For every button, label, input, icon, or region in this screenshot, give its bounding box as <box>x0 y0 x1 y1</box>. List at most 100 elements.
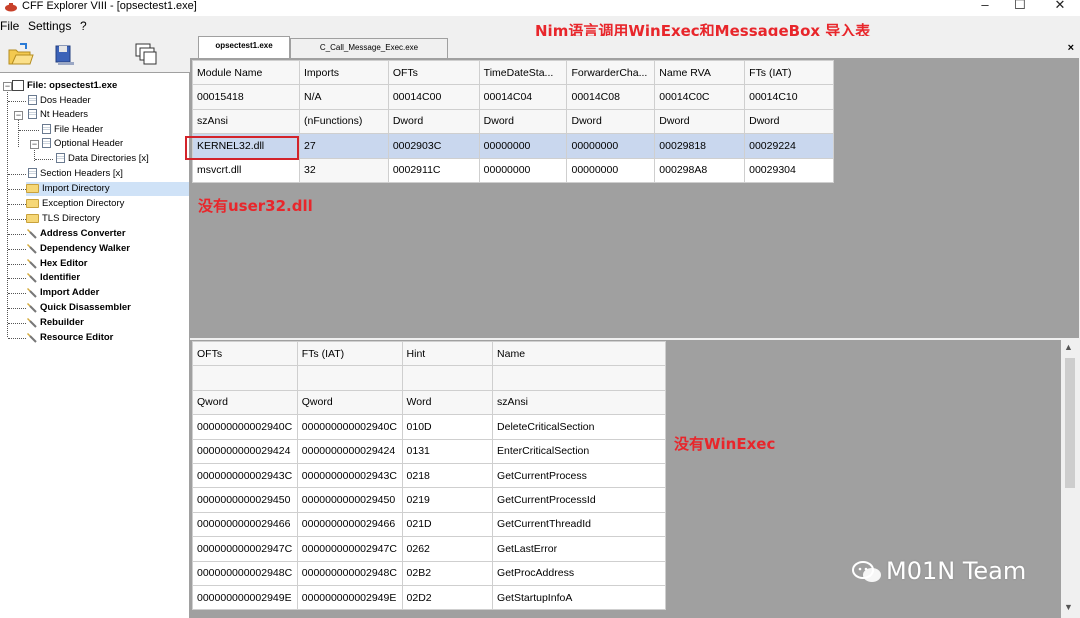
tree-item-import-directory[interactable]: Import Directory <box>26 182 189 196</box>
column-header[interactable]: Hint <box>401 340 494 367</box>
table-cell[interactable]: 000000000002943C <box>192 462 298 489</box>
table-cell[interactable]: 000000000002949E <box>192 584 298 611</box>
table-row[interactable]: 000000000002949E 000000000002949E 02D2 GetS… <box>192 584 666 611</box>
table-cell[interactable]: 000000000002948C <box>296 560 403 586</box>
column-header[interactable]: Name <box>492 340 666 367</box>
tree-item-tool[interactable]: Import Adder <box>26 286 99 300</box>
table-cell[interactable]: 000000000002940C <box>296 414 403 440</box>
table-cell[interactable]: 00029818 <box>654 133 746 159</box>
table-row[interactable]: 0000000000029424 0000000000029424 0131 Ente… <box>192 438 666 464</box>
table-cell[interactable]: 27 <box>299 133 389 159</box>
table-cell[interactable]: 0000000000029466 <box>296 511 403 538</box>
tree-item-file-header[interactable]: File Header <box>42 123 103 137</box>
table-cell[interactable]: 00000000 <box>566 133 656 159</box>
open-icon[interactable] <box>6 40 34 68</box>
tree-item-file[interactable]: File: opsectest1.exe <box>12 79 117 93</box>
table-cell[interactable]: EnterCriticalSection <box>492 438 666 464</box>
column-header[interactable]: FTs (IAT) <box>744 59 834 86</box>
table-cell[interactable]: 0000000000029450 <box>192 487 298 513</box>
table-cell[interactable]: 0000000000029466 <box>192 511 298 538</box>
table-cell[interactable]: GetProcAddress <box>492 560 666 586</box>
tree-item-tool[interactable]: Resource Editor <box>26 331 113 345</box>
tree-item-tool[interactable]: Identifier <box>26 271 80 285</box>
table-cell[interactable]: 0218 <box>401 462 494 489</box>
table-cell[interactable]: 000000000002949E <box>296 584 403 611</box>
vertical-scrollbar[interactable]: ▲ ▼ <box>1061 340 1078 618</box>
menu-help[interactable]: ? <box>80 19 87 33</box>
table-row[interactable]: 000000000002947C 000000000002947C 0262 GetL… <box>192 536 666 562</box>
scroll-up-icon[interactable]: ▲ <box>1064 342 1073 352</box>
tree-item-data-directories[interactable]: Data Directories [x] <box>56 152 149 166</box>
save-icon[interactable] <box>50 40 78 68</box>
scroll-down-icon[interactable]: ▼ <box>1064 602 1073 612</box>
table-cell[interactable]: 00000000 <box>478 133 568 159</box>
table-cell[interactable]: 02D2 <box>401 584 494 611</box>
close-tab-icon[interactable]: × <box>1068 42 1074 54</box>
tree-item-tool[interactable]: Quick Disassembler <box>26 301 131 315</box>
table-cell[interactable]: DeleteCriticalSection <box>492 414 666 440</box>
table-cell[interactable]: 00029224 <box>744 133 834 159</box>
table-row-msvcrt[interactable]: msvcrt.dll 32 0002911C 00000000 00000000… <box>192 157 834 183</box>
collapse-expander[interactable]: − <box>3 82 12 91</box>
tree-item-exception-directory[interactable]: Exception Directory <box>26 197 124 211</box>
table-cell[interactable]: GetStartupInfoA <box>492 584 666 611</box>
table-row[interactable]: 000000000002943C 000000000002943C 0218 GetC… <box>192 462 666 489</box>
table-cell[interactable]: 32 <box>299 157 389 183</box>
tree-item-nt-headers[interactable]: Nt Headers <box>28 108 88 122</box>
collapse-expander[interactable]: − <box>30 140 39 149</box>
column-header[interactable]: TimeDateSta... <box>478 59 568 86</box>
tree-item-tool[interactable]: Dependency Walker <box>26 242 130 256</box>
table-row[interactable]: 000000000002948C 000000000002948C 02B2 GetP… <box>192 560 666 586</box>
table-cell[interactable]: 000000000002947C <box>192 536 298 562</box>
table-cell[interactable]: 000000000002947C <box>296 536 403 562</box>
tree-item-tool[interactable]: Hex Editor <box>26 257 88 271</box>
table-cell[interactable]: 010D <box>401 414 494 440</box>
table-cell[interactable]: GetCurrentProcess <box>492 462 666 489</box>
table-cell[interactable]: 0002911C <box>387 157 480 183</box>
close-window-button[interactable]: ✕ <box>1045 0 1075 14</box>
table-cell[interactable]: 0000000000029450 <box>296 487 403 513</box>
table-cell[interactable]: 000000000002943C <box>296 462 403 489</box>
table-cell[interactable]: msvcrt.dll <box>192 157 300 183</box>
windows-icon[interactable] <box>132 40 160 68</box>
tree-item-section-headers[interactable]: Section Headers [x] <box>28 167 123 181</box>
table-cell[interactable]: 000000000002948C <box>192 560 298 586</box>
collapse-expander[interactable]: − <box>14 111 23 120</box>
table-cell[interactable]: 02B2 <box>401 560 494 586</box>
tree-item-tool[interactable]: Address Converter <box>26 227 126 241</box>
tree-item-dos-header[interactable]: Dos Header <box>28 94 91 108</box>
table-cell[interactable]: 00000000 <box>566 157 656 183</box>
column-header[interactable]: Module Name <box>192 59 300 86</box>
column-header[interactable]: FTs (IAT) <box>296 340 403 367</box>
column-header[interactable]: OFTs <box>387 59 480 86</box>
tab-c-call-message-exec[interactable]: C_Call_Message_Exec.exe <box>290 38 448 58</box>
tab-opsectest1[interactable]: opsectest1.exe <box>198 36 290 58</box>
table-cell[interactable]: 000298A8 <box>654 157 746 183</box>
table-cell[interactable]: 0131 <box>401 438 494 464</box>
table-row[interactable]: 0000000000029466 0000000000029466 021D GetC… <box>192 511 666 538</box>
column-header[interactable]: Imports <box>299 59 389 86</box>
table-cell[interactable]: 000000000002940C <box>192 414 298 440</box>
table-row[interactable]: 000000000002940C 000000000002940C 010D Dele… <box>192 414 666 440</box>
table-cell[interactable]: 0219 <box>401 487 494 513</box>
column-header[interactable]: ForwarderCha... <box>566 59 656 86</box>
table-cell[interactable]: GetCurrentProcessId <box>492 487 666 513</box>
table-cell[interactable]: 021D <box>401 511 494 538</box>
table-cell[interactable]: 0000000000029424 <box>296 438 403 464</box>
table-row[interactable]: 0000000000029450 0000000000029450 0219 GetC… <box>192 487 666 513</box>
minimize-button[interactable]: – <box>970 0 1000 14</box>
tree-item-optional-header[interactable]: Optional Header <box>42 137 123 151</box>
column-header[interactable]: Name RVA <box>654 59 746 86</box>
table-cell[interactable]: 00029304 <box>744 157 834 183</box>
table-cell[interactable]: 00000000 <box>478 157 568 183</box>
maximize-button[interactable]: ☐ <box>1005 0 1035 14</box>
tree-item-tls-directory[interactable]: TLS Directory <box>26 212 100 226</box>
table-cell[interactable]: 0002903C <box>387 133 480 159</box>
scroll-thumb[interactable] <box>1065 358 1075 488</box>
table-cell[interactable]: GetLastError <box>492 536 666 562</box>
table-cell[interactable]: 0262 <box>401 536 494 562</box>
menu-settings[interactable]: Settings <box>28 19 71 33</box>
table-cell[interactable]: GetCurrentThreadId <box>492 511 666 538</box>
column-header[interactable]: OFTs <box>192 340 298 367</box>
tree-item-tool[interactable]: Rebuilder <box>26 316 84 330</box>
